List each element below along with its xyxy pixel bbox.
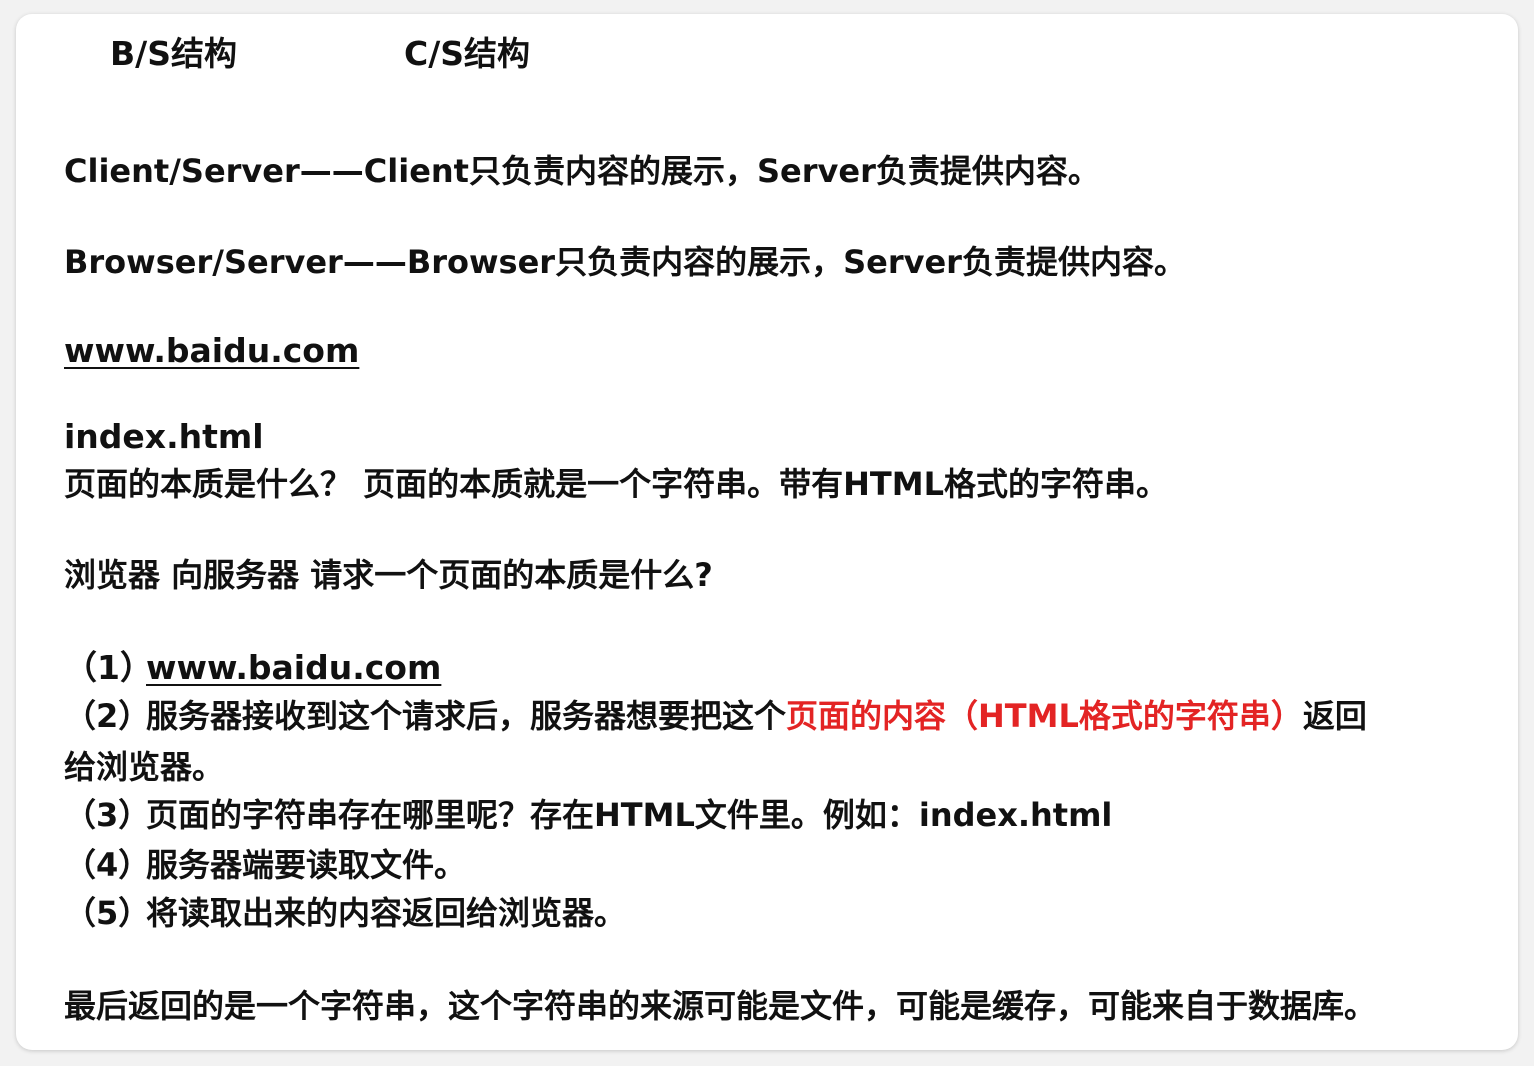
step-4: （4）服务器端要读取文件。 [64,845,466,885]
definition-browser-server: Browser/Server——Browser只负责内容的展示，Server负责… [64,243,1186,281]
step-3-text: 页面的字符串存在哪里呢？存在HTML文件里。例如：index.html [146,796,1113,834]
definition-client-server: Client/Server——Client只负责内容的展示，Server负责提供… [64,152,1100,190]
step-1-link[interactable]: www.baidu.com [146,648,441,687]
step-1: （1）www.baidu.com [64,648,441,688]
step-2-text-a: 服务器接收到这个请求后，服务器想要把这个 [146,697,787,735]
step-2: （2）服务器接收到这个请求后，服务器想要把这个页面的内容（HTML格式的字符串）… [64,696,1367,736]
step-5: （5）将读取出来的内容返回给浏览器。 [64,893,626,933]
step-2-highlight: 页面的内容（HTML格式的字符串） [786,697,1303,735]
step-3: （3）页面的字符串存在哪里呢？存在HTML文件里。例如：index.html [64,795,1112,835]
conclusion: 最后返回的是一个字符串，这个字符串的来源可能是文件，可能是缓存，可能来自于数据库… [64,987,1377,1025]
step-1-number: （1） [64,648,153,687]
heading-bs: B/S结构 [110,34,237,73]
page-essence-question-answer: 页面的本质是什么？ 页面的本质就是一个字符串。带有HTML格式的字符串。 [64,465,1168,503]
baidu-link[interactable]: www.baidu.com [64,331,359,371]
step-4-number: （4） [64,846,151,884]
step-2-number: （2） [64,697,151,735]
step-3-number: （3） [64,796,151,834]
document-card: B/S结构 C/S结构 Client/Server——Client只负责内容的展… [16,14,1518,1050]
file-name: index.html [64,417,264,456]
step-2-text-b: 返回 [1302,697,1367,735]
step-5-number: （5） [64,894,151,932]
request-question: 浏览器 向服务器 请求一个页面的本质是什么? [64,556,713,594]
step-4-text: 服务器端要读取文件。 [146,846,467,884]
heading-cs: C/S结构 [404,34,531,73]
step-5-text: 将读取出来的内容返回给浏览器。 [146,894,627,932]
step-2-continuation: 给浏览器。 [64,748,225,786]
